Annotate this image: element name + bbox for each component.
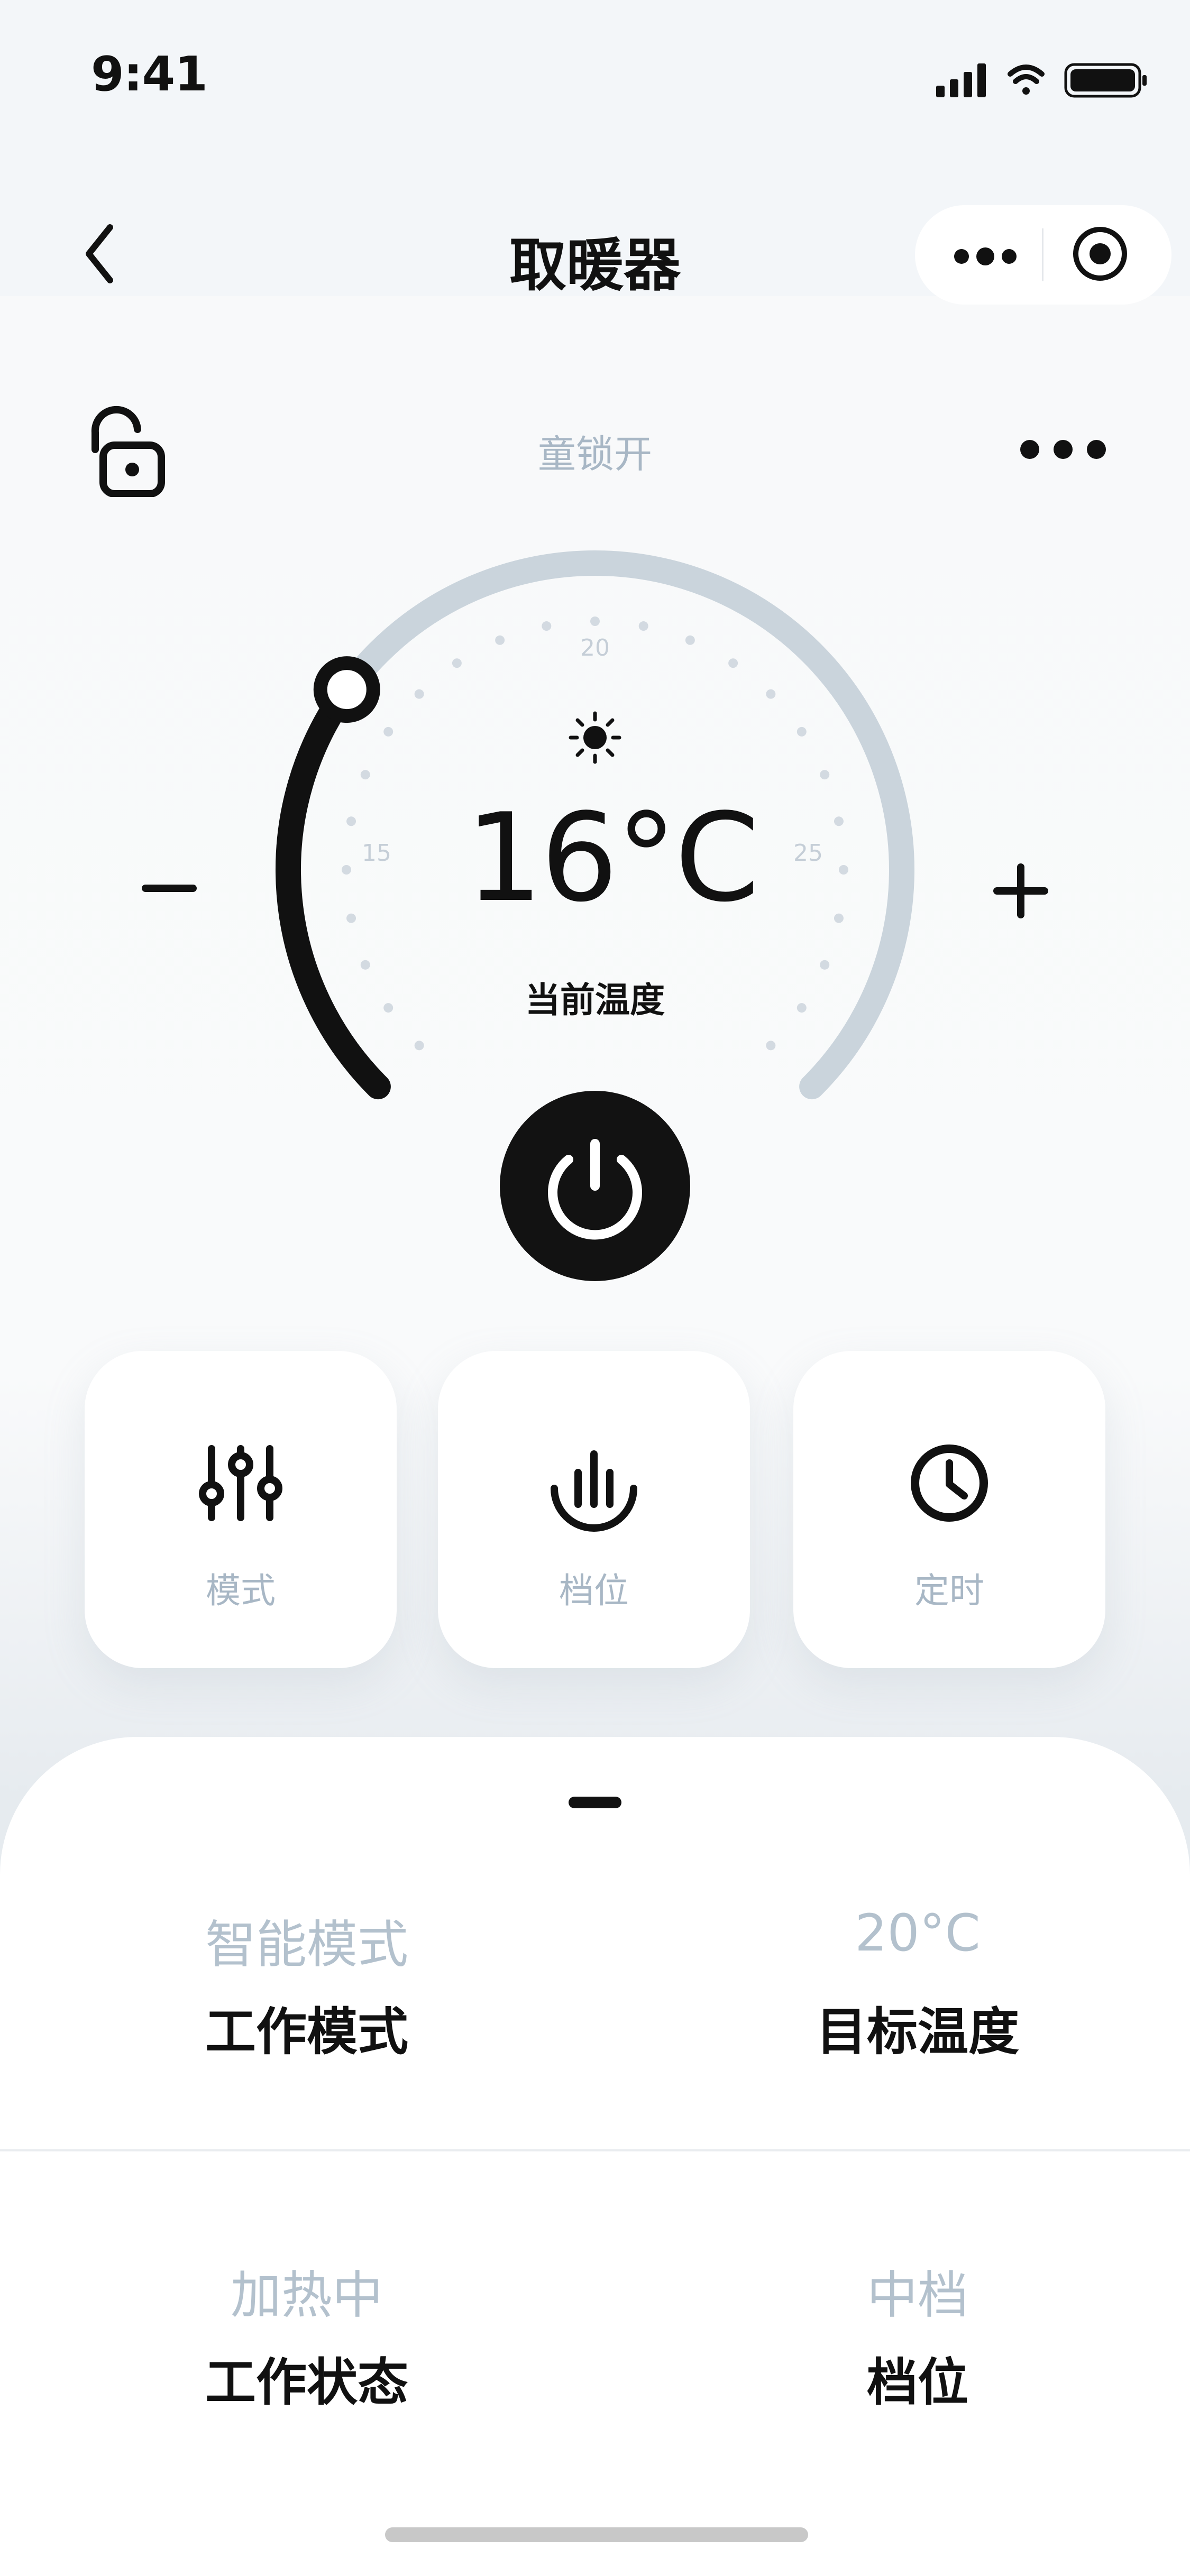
tick-label-25: 25 xyxy=(793,840,823,867)
temperature-label: 当前温度 xyxy=(525,980,665,1020)
level-label: 档位 xyxy=(559,1570,629,1611)
dial-progress xyxy=(276,677,391,1100)
dial-tick xyxy=(797,726,807,737)
dial-tick xyxy=(766,689,776,699)
target-temp-value: 20°C xyxy=(855,1903,981,1963)
level-value: 中档 xyxy=(867,2266,968,2325)
dial-tick xyxy=(452,658,462,668)
dial-tick xyxy=(342,865,351,875)
plus-button[interactable] xyxy=(992,862,1050,920)
dial-tick xyxy=(360,770,370,780)
dial-tick xyxy=(834,816,844,826)
dial-tick xyxy=(542,621,552,631)
screen: 9:41 取暖器 童锁开 15 20 25 16°C 当前温度 模式 档位 定时… xyxy=(0,0,1190,2576)
home-indicator[interactable] xyxy=(385,2527,808,2542)
dial-tick xyxy=(346,816,356,826)
dial-tick xyxy=(383,726,393,737)
dial-tick xyxy=(360,960,370,970)
timer-card[interactable]: 定时 xyxy=(793,1351,1105,1668)
clock-icon xyxy=(911,1445,988,1522)
target-temp-key: 目标温度 xyxy=(816,2002,1019,2062)
status-key: 工作状态 xyxy=(205,2353,408,2412)
tick-label-20: 20 xyxy=(580,634,610,661)
power-button[interactable] xyxy=(500,1091,690,1281)
dial-tick xyxy=(685,635,695,645)
tick-label-15: 15 xyxy=(362,840,391,867)
dial-handle[interactable] xyxy=(313,656,380,723)
mode-label: 模式 xyxy=(206,1570,276,1611)
dial-tick xyxy=(590,617,600,626)
status-value: 加热中 xyxy=(231,2266,383,2325)
dial-tick xyxy=(766,1041,776,1051)
sun-icon xyxy=(569,711,621,764)
dial-tick xyxy=(414,1041,424,1051)
sheet-handle[interactable] xyxy=(569,1797,621,1808)
dial-tick xyxy=(414,689,424,699)
mode-card[interactable]: 模式 xyxy=(85,1351,397,1668)
info-sheet xyxy=(0,1737,1190,2576)
dial-tick xyxy=(346,913,356,923)
minus-button[interactable] xyxy=(140,867,198,909)
mode-key: 工作模式 xyxy=(205,2002,408,2062)
temperature-value: 16°C xyxy=(465,788,759,929)
fire-level-icon xyxy=(551,1450,637,1532)
power-icon xyxy=(548,1139,642,1240)
timer-label: 定时 xyxy=(914,1570,984,1611)
dial-tick xyxy=(834,913,844,923)
dial-tick xyxy=(820,770,830,780)
divider xyxy=(0,2149,1190,2151)
dial-tick xyxy=(495,635,505,645)
sliders-icon xyxy=(199,1445,282,1521)
level-key: 档位 xyxy=(867,2353,968,2412)
dial-tick xyxy=(728,658,738,668)
dial-tick xyxy=(638,621,648,631)
level-card[interactable]: 档位 xyxy=(438,1351,750,1668)
dial-tick xyxy=(820,960,830,970)
mode-value: 智能模式 xyxy=(205,1915,408,1974)
dial-tick xyxy=(839,865,848,875)
